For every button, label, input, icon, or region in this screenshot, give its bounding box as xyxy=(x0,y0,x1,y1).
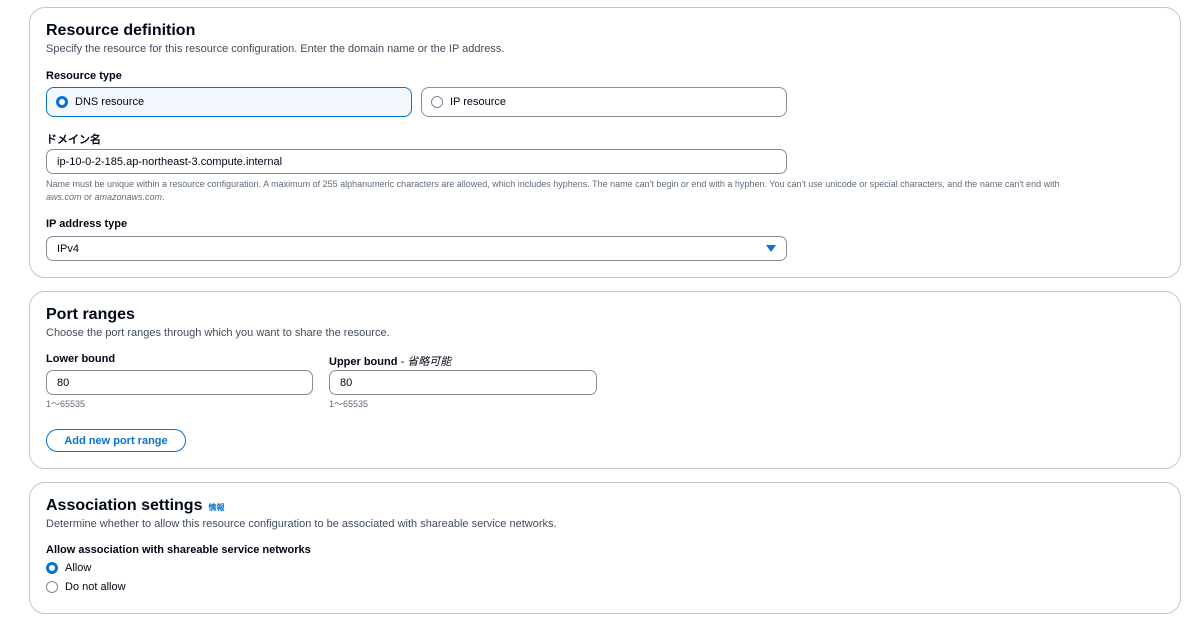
ip-resource-tile[interactable]: IP resource xyxy=(421,87,787,117)
domain-hint-suffix-amazonaws: amazonaws.com xyxy=(94,192,163,202)
lower-bound-input[interactable]: 80 xyxy=(46,370,313,395)
domain-name-hint: Name must be unique within a resource co… xyxy=(46,178,1168,204)
domain-hint-end: . xyxy=(162,192,165,202)
resource-definition-title: Resource definition xyxy=(46,22,196,39)
domain-hint-text: Name must be unique within a resource co… xyxy=(46,179,1060,189)
allow-option-label: Allow xyxy=(65,562,92,574)
domain-hint-suffix-aws: aws.com xyxy=(46,192,82,202)
add-new-port-range-button[interactable]: Add new port range xyxy=(46,429,186,452)
do-not-allow-option-label: Do not allow xyxy=(65,581,126,593)
ip-address-type-value: IPv4 xyxy=(57,242,80,255)
domain-hint-or: or xyxy=(81,192,95,202)
domain-name-label: ドメイン名 xyxy=(46,134,101,146)
caret-down-icon xyxy=(766,245,776,252)
domain-name-value: ip-10-0-2-185.ap-northeast-3.compute.int… xyxy=(57,155,283,168)
upper-bound-value: 80 xyxy=(340,376,353,389)
port-ranges-description: Choose the port ranges through which you… xyxy=(46,327,390,339)
resource-definition-panel: Resource definition Specify the resource… xyxy=(29,7,1181,278)
resource-definition-description: Specify the resource for this resource c… xyxy=(46,43,505,55)
upper-bound-hint: 1〜65535 xyxy=(329,399,369,409)
radio-selected-icon[interactable] xyxy=(46,562,58,574)
upper-bound-label: Upper bound - 省略可能 xyxy=(329,353,451,369)
association-settings-title: Association settings xyxy=(46,497,203,514)
allow-option[interactable]: Allow xyxy=(46,562,91,574)
upper-bound-label-text: Upper bound xyxy=(329,356,398,368)
port-ranges-panel: Port ranges Choose the port ranges throu… xyxy=(29,291,1181,469)
upper-bound-input[interactable]: 80 xyxy=(329,370,597,395)
dns-resource-label: DNS resource xyxy=(75,96,145,108)
radio-unselected-icon[interactable] xyxy=(431,96,443,108)
lower-bound-hint: 1〜65535 xyxy=(46,399,86,409)
resource-type-label: Resource type xyxy=(46,70,122,82)
port-ranges-title: Port ranges xyxy=(46,306,135,323)
radio-unselected-icon[interactable] xyxy=(46,581,58,593)
lower-bound-value: 80 xyxy=(57,376,70,389)
ip-address-type-select[interactable]: IPv4 xyxy=(46,236,787,261)
ip-resource-label: IP resource xyxy=(450,96,507,108)
do-not-allow-option[interactable]: Do not allow xyxy=(46,581,126,593)
lower-bound-label: Lower bound xyxy=(46,353,116,365)
upper-bound-optional: - 省略可能 xyxy=(397,356,452,368)
radio-selected-icon[interactable] xyxy=(56,96,68,108)
association-settings-panel: Association settings 情報 Determine whethe… xyxy=(29,482,1181,614)
domain-name-input[interactable]: ip-10-0-2-185.ap-northeast-3.compute.int… xyxy=(46,149,787,174)
dns-resource-tile[interactable]: DNS resource xyxy=(46,87,412,117)
association-header: Association settings 情報 xyxy=(46,497,224,515)
ip-address-type-label: IP address type xyxy=(46,218,128,230)
association-description: Determine whether to allow this resource… xyxy=(46,518,557,530)
info-link[interactable]: 情報 xyxy=(208,502,224,513)
allow-association-label: Allow association with shareable service… xyxy=(46,544,311,556)
